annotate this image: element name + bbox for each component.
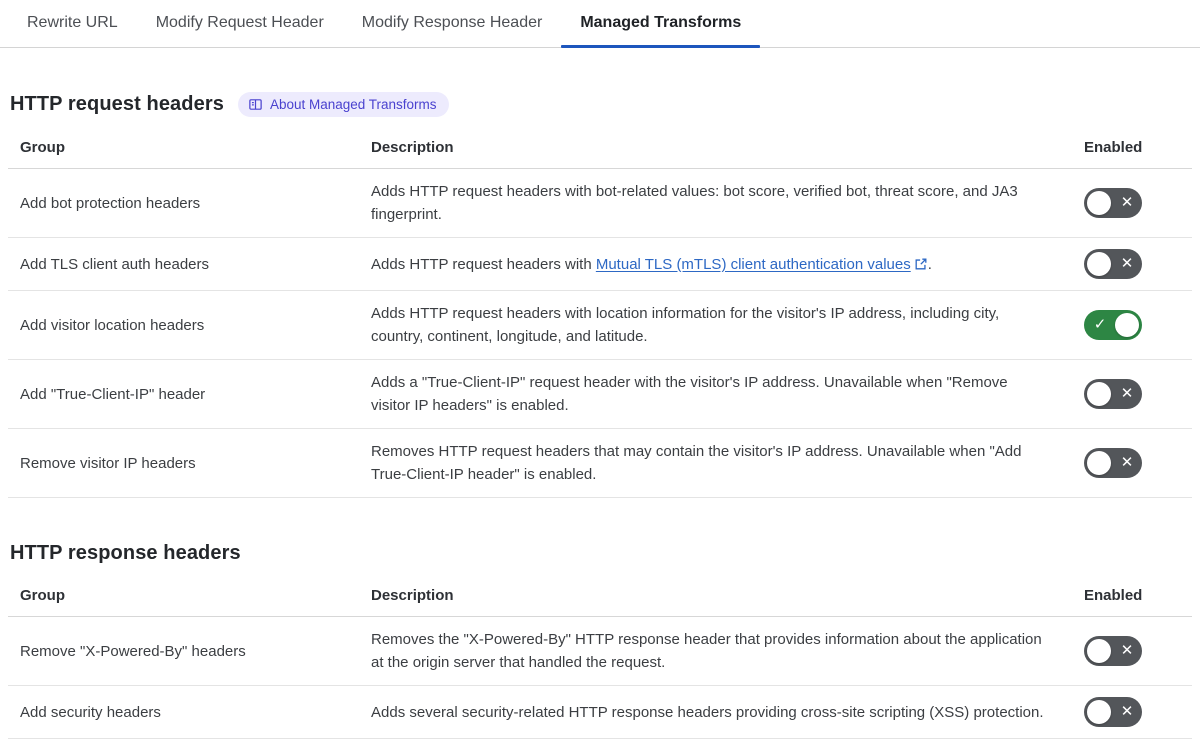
about-managed-transforms-badge[interactable]: About Managed Transforms (237, 92, 449, 117)
toggle-knob (1087, 639, 1111, 663)
toggle-off[interactable]: ✕ (1084, 697, 1142, 727)
toggle-knob (1087, 451, 1111, 475)
description-cell: Adds several security-related HTTP respo… (364, 690, 1074, 735)
description-cell: Adds HTTP request headers with Mutual TL… (364, 242, 1074, 287)
description-text: Adds a "True-Client-IP" request header w… (371, 374, 1008, 414)
description-cell: Adds a "True-Client-IP" request header w… (364, 360, 1074, 428)
description-cell: Adds HTTP request headers with location … (364, 291, 1074, 359)
toggle-knob (1087, 382, 1111, 406)
group-cell: Add "True-Client-IP" header (20, 385, 206, 403)
x-icon: ✕ (1120, 703, 1134, 720)
request-headers-table: Group Description Enabled Add bot protec… (8, 129, 1192, 498)
description-cell: Adds HTTP request headers with bot-relat… (364, 169, 1074, 237)
external-link-icon (911, 256, 928, 273)
x-icon: ✕ (1120, 255, 1134, 272)
description-text: Removes the "X-Powered-By" HTTP response… (371, 631, 1042, 671)
toggle-knob (1087, 191, 1111, 215)
table-row: Add bot protection headers Adds HTTP requ… (8, 169, 1192, 238)
description-text: Adds several security-related HTTP respo… (371, 703, 1044, 721)
description-text: Adds HTTP request headers with (371, 255, 596, 273)
description-text: Removes HTTP request headers that may co… (371, 443, 1022, 483)
description-cell: Removes HTTP request headers that may co… (364, 429, 1074, 497)
tab-managed-transforms[interactable]: Managed Transforms (561, 0, 761, 48)
column-header-enabled: Enabled (1084, 139, 1143, 156)
check-icon: ✓ (1093, 316, 1107, 333)
tab-rewrite-url[interactable]: Rewrite URL (8, 0, 137, 47)
column-header-description: Description (371, 139, 454, 156)
column-header-description: Description (371, 587, 454, 604)
column-header-enabled: Enabled (1084, 587, 1143, 604)
badge-label: About Managed Transforms (269, 97, 437, 112)
tab-modify-request-header[interactable]: Modify Request Header (137, 0, 343, 47)
table-row: Add security headers Adds several securit… (8, 686, 1192, 739)
table-row: Add "True-Client-IP" header Adds a "True-… (8, 360, 1192, 429)
open-book-icon (248, 97, 263, 112)
toggle-off[interactable]: ✕ (1084, 448, 1142, 478)
x-icon: ✕ (1120, 642, 1134, 659)
toggle-knob (1087, 252, 1111, 276)
description-text: . (927, 255, 932, 273)
toggle-off[interactable]: ✕ (1084, 379, 1142, 409)
group-cell: Add visitor location headers (20, 316, 205, 334)
toggle-on[interactable]: ✓ (1084, 310, 1142, 340)
response-headers-table: Group Description Enabled Remove "X-Powe… (8, 577, 1192, 739)
transform-rules-tabbar: Rewrite URL Modify Request Header Modify… (0, 0, 1200, 48)
description-text: Adds HTTP request headers with location … (371, 305, 1000, 345)
table-header-row: Group Description Enabled (8, 129, 1192, 169)
x-icon: ✕ (1120, 454, 1134, 471)
toggle-off[interactable]: ✕ (1084, 636, 1142, 666)
group-cell: Remove "X-Powered-By" headers (20, 642, 246, 660)
table-row: Remove "X-Powered-By" headers Removes the… (8, 617, 1192, 686)
request-headers-section-title: HTTP request headers (10, 93, 224, 115)
group-cell: Add bot protection headers (20, 194, 201, 212)
table-row: Remove visitor IP headers Removes HTTP re… (8, 429, 1192, 498)
group-cell: Add security headers (20, 703, 161, 721)
tab-modify-response-header[interactable]: Modify Response Header (343, 0, 562, 47)
table-row: Add visitor location headers Adds HTTP re… (8, 291, 1192, 360)
description-text: Adds HTTP request headers with bot-relat… (371, 183, 1018, 223)
description-cell: Removes the "X-Powered-By" HTTP response… (364, 617, 1074, 685)
toggle-knob (1087, 700, 1111, 724)
table-header-row: Group Description Enabled (8, 577, 1192, 617)
toggle-knob (1115, 313, 1139, 337)
description-link[interactable]: Mutual TLS (mTLS) client authentication … (596, 256, 928, 273)
x-icon: ✕ (1120, 385, 1134, 402)
x-icon: ✕ (1120, 194, 1134, 211)
response-headers-section-title: HTTP response headers (10, 542, 241, 564)
toggle-off[interactable]: ✕ (1084, 249, 1142, 279)
table-row: Add TLS client auth headers Adds HTTP req… (8, 238, 1192, 291)
column-header-group: Group (20, 139, 65, 156)
toggle-off[interactable]: ✕ (1084, 188, 1142, 218)
group-cell: Remove visitor IP headers (20, 454, 196, 472)
group-cell: Add TLS client auth headers (20, 255, 210, 273)
column-header-group: Group (20, 587, 65, 604)
